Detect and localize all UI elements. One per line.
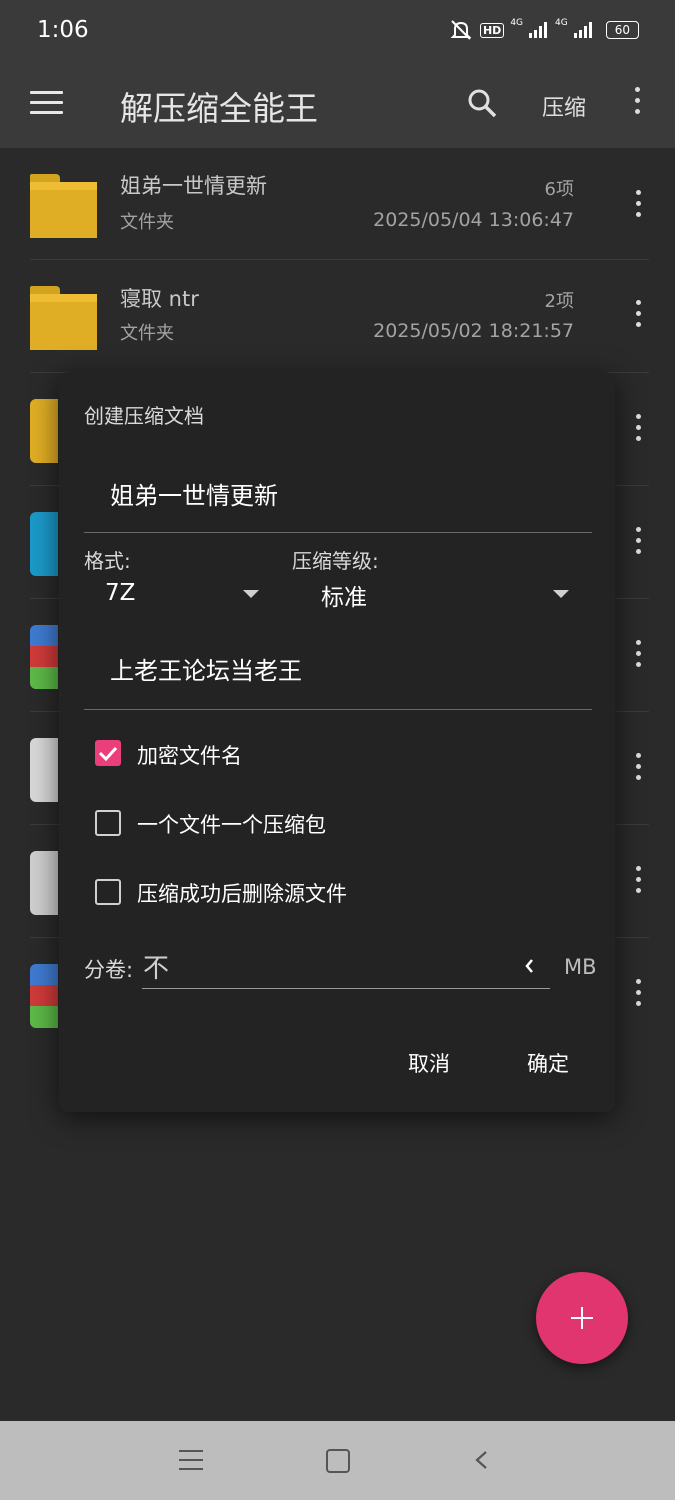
recents-icon[interactable] xyxy=(179,1450,203,1470)
item-more-icon[interactable] xyxy=(631,753,645,780)
password-input[interactable]: 上老王论坛当老王 xyxy=(110,651,302,686)
archive-icon xyxy=(30,964,58,1028)
dialog-title: 创建压缩文档 xyxy=(84,404,204,428)
folder-icon xyxy=(30,174,97,238)
one-archive-per-file-checkbox[interactable] xyxy=(95,810,121,836)
compress-button[interactable]: 压缩 xyxy=(542,90,586,122)
mute-bell-icon xyxy=(450,20,472,40)
signal-icon xyxy=(529,22,548,38)
net-label-2: 4G xyxy=(555,18,568,28)
volume-label: 分卷: xyxy=(84,958,134,982)
archive-icon xyxy=(30,625,58,689)
chevron-left-icon[interactable] xyxy=(523,956,535,976)
menu-icon[interactable] xyxy=(30,91,63,117)
level-dropdown-icon[interactable] xyxy=(553,590,569,598)
item-count: 6项 xyxy=(544,179,574,200)
level-label: 压缩等级: xyxy=(292,549,379,573)
item-more-icon[interactable] xyxy=(631,190,645,217)
one-archive-per-file-label: 一个文件一个压缩包 xyxy=(137,813,326,837)
archive-name-underline xyxy=(84,532,592,533)
format-label: 格式: xyxy=(84,549,131,573)
encrypt-filenames-checkbox[interactable] xyxy=(95,740,121,766)
password-underline xyxy=(84,709,592,710)
app-bar: 解压缩全能王 压缩 xyxy=(0,62,675,148)
item-more-icon[interactable] xyxy=(631,640,645,667)
delete-source-label: 压缩成功后删除源文件 xyxy=(137,882,347,906)
net-label-1: 4G xyxy=(510,18,524,28)
status-time: 1:06 xyxy=(37,17,89,43)
archive-7z-icon xyxy=(30,512,58,576)
file-type: 文件夹 xyxy=(120,212,174,233)
divider xyxy=(30,259,649,260)
archive-name-input[interactable]: 姐弟一世情更新 xyxy=(110,476,278,511)
item-more-icon[interactable] xyxy=(631,979,645,1006)
volume-underline xyxy=(142,988,550,989)
item-count: 2项 xyxy=(544,291,574,312)
item-more-icon[interactable] xyxy=(631,527,645,554)
battery-icon: 60 xyxy=(605,21,639,39)
signal-icon-2 xyxy=(573,22,592,38)
app-title: 解压缩全能王 xyxy=(120,89,318,128)
modified-date: 2025/05/04 13:06:47 xyxy=(373,209,574,231)
volume-unit: MB xyxy=(564,955,597,979)
folder-icon xyxy=(30,286,97,350)
modified-date: 2025/05/02 18:21:57 xyxy=(373,320,574,342)
cancel-button[interactable]: 取消 xyxy=(408,1048,450,1078)
image-thumbnail xyxy=(30,851,58,915)
home-icon[interactable] xyxy=(326,1449,350,1473)
image-thumbnail xyxy=(30,738,58,802)
create-archive-dialog: 创建压缩文档 姐弟一世情更新 格式: 7Z 压缩等级: 标准 上老王论坛当老王 … xyxy=(59,372,615,1112)
battery-level: 60 xyxy=(614,23,630,37)
level-select[interactable]: 标准 xyxy=(321,578,367,612)
list-item[interactable]: 姐弟一世情更新 文件夹 6项 2025/05/04 13:06:47 xyxy=(0,148,675,260)
back-icon[interactable] xyxy=(474,1450,488,1470)
item-more-icon[interactable] xyxy=(631,414,645,441)
add-fab-button[interactable] xyxy=(536,1272,628,1364)
format-dropdown-icon[interactable] xyxy=(243,590,259,598)
confirm-button[interactable]: 确定 xyxy=(527,1048,569,1078)
search-icon[interactable] xyxy=(466,86,498,122)
navigation-bar xyxy=(0,1421,675,1500)
more-options-icon[interactable] xyxy=(630,87,644,123)
delete-source-checkbox[interactable] xyxy=(95,879,121,905)
file-name: 姐弟一世情更新 xyxy=(120,174,267,198)
format-select[interactable]: 7Z xyxy=(105,580,135,606)
file-name: 寝取 ntr xyxy=(120,287,199,311)
item-more-icon[interactable] xyxy=(631,300,645,327)
list-item[interactable]: 寝取 ntr 文件夹 2项 2025/05/02 18:21:57 xyxy=(0,261,675,373)
encrypt-filenames-label: 加密文件名 xyxy=(137,744,242,768)
item-more-icon[interactable] xyxy=(631,866,645,893)
hd-icon: HD xyxy=(479,22,505,38)
volume-input[interactable]: 不 xyxy=(143,948,169,985)
file-type: 文件夹 xyxy=(120,323,174,344)
checkmark-icon xyxy=(98,746,118,762)
status-icons: HD 4G 4G 60 xyxy=(448,18,639,42)
folder-icon xyxy=(30,399,58,463)
status-bar: 1:06 HD 4G 4G 60 xyxy=(0,0,675,62)
